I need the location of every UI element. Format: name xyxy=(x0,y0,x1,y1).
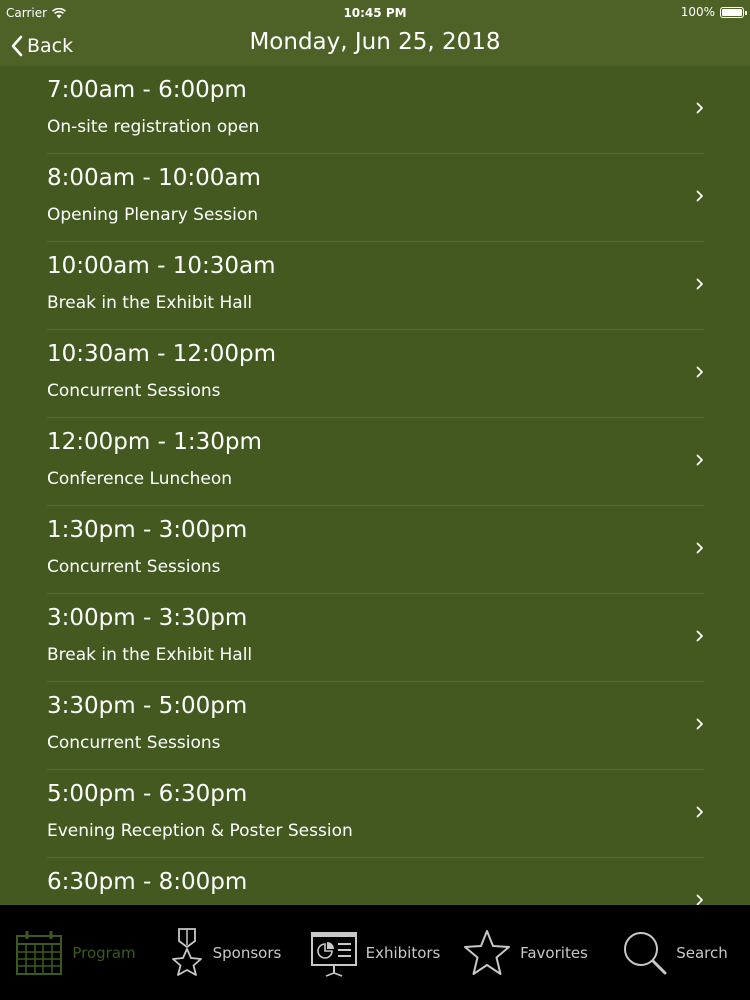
status-battery: 100% xyxy=(680,5,747,19)
schedule-row[interactable]: 3:30pm - 5:00pm Concurrent Sessions xyxy=(0,682,750,770)
schedule-row[interactable]: 3:00pm - 3:30pm Break in the Exhibit Hall xyxy=(0,594,750,682)
session-title: Conference Luncheon xyxy=(47,469,233,489)
chevron-right-icon xyxy=(696,278,703,290)
navigation-bar: Back Monday, Jun 25, 2018 xyxy=(0,26,750,66)
chevron-left-icon xyxy=(11,35,23,57)
battery-icon xyxy=(720,6,747,18)
chevron-right-icon xyxy=(696,630,703,642)
tab-program[interactable]: Program xyxy=(0,905,150,1000)
chevron-right-icon xyxy=(696,806,703,818)
schedule-row[interactable]: 6:30pm - 8:00pm xyxy=(0,858,750,906)
tab-label: Favorites xyxy=(520,943,588,962)
session-time: 3:30pm - 5:00pm xyxy=(47,693,248,719)
session-time: 3:00pm - 3:30pm xyxy=(47,605,248,631)
session-title: Opening Plenary Session xyxy=(47,205,259,225)
tab-search[interactable]: Search xyxy=(600,905,750,1000)
session-time: 5:00pm - 6:30pm xyxy=(47,781,248,807)
tab-favorites[interactable]: Favorites xyxy=(450,905,600,1000)
chevron-right-icon xyxy=(696,894,703,906)
schedule-row[interactable]: 10:00am - 10:30am Break in the Exhibit Ha… xyxy=(0,242,750,330)
session-title: Evening Reception & Poster Session xyxy=(47,821,353,841)
tab-label: Search xyxy=(676,943,728,962)
chevron-right-icon xyxy=(696,454,703,466)
tab-label: Sponsors xyxy=(212,943,282,962)
session-title: On-site registration open xyxy=(47,117,260,137)
back-button[interactable]: Back xyxy=(10,30,73,62)
tab-label: Exhibitors xyxy=(365,943,441,962)
status-time: 10:45 PM xyxy=(343,6,407,20)
schedule-row[interactable]: 1:30pm - 3:00pm Concurrent Sessions xyxy=(0,506,750,594)
presentation-board-icon xyxy=(310,929,358,977)
session-time: 7:00am - 6:00pm xyxy=(47,77,247,103)
search-icon xyxy=(622,930,668,976)
schedule-row[interactable]: 8:00am - 10:00am Opening Plenary Session xyxy=(0,154,750,242)
session-title: Break in the Exhibit Hall xyxy=(47,645,253,665)
tab-sponsors[interactable]: Sponsors xyxy=(150,905,300,1000)
battery-fill xyxy=(722,8,742,16)
back-label: Back xyxy=(27,35,74,57)
tab-bar: Program Sponsors Exhibitors Favorites Se… xyxy=(0,905,750,1000)
app-screen: Carrier 10:45 PM 100% Back Monday, Jun 2… xyxy=(0,0,750,1000)
schedule-row[interactable]: 7:00am - 6:00pm On-site registration open xyxy=(0,66,750,154)
session-title: Concurrent Sessions xyxy=(47,381,221,401)
star-icon xyxy=(462,929,512,977)
calendar-icon xyxy=(14,928,64,978)
page-title: Monday, Jun 25, 2018 xyxy=(249,29,501,55)
schedule-row[interactable]: 12:00pm - 1:30pm Conference Luncheon xyxy=(0,418,750,506)
session-title: Break in the Exhibit Hall xyxy=(47,293,253,313)
schedule-row[interactable]: 5:00pm - 6:30pm Evening Reception & Poste… xyxy=(0,770,750,858)
schedule-list[interactable]: 7:00am - 6:00pm On-site registration open… xyxy=(0,66,750,906)
status-bar: Carrier 10:45 PM 100% xyxy=(0,0,750,26)
session-title: Concurrent Sessions xyxy=(47,557,221,577)
session-time: 6:30pm - 8:00pm xyxy=(47,869,248,895)
session-title: Concurrent Sessions xyxy=(47,733,221,753)
chevron-right-icon xyxy=(696,542,703,554)
session-time: 12:00pm - 1:30pm xyxy=(47,429,262,455)
battery-percent: 100% xyxy=(680,5,715,19)
chevron-right-icon xyxy=(696,366,703,378)
session-time: 8:00am - 10:00am xyxy=(47,165,261,191)
tab-exhibitors[interactable]: Exhibitors xyxy=(300,905,450,1000)
tab-label: Program xyxy=(72,943,136,962)
session-time: 10:00am - 10:30am xyxy=(47,253,276,279)
session-time: 10:30am - 12:00pm xyxy=(47,341,276,367)
chevron-right-icon xyxy=(696,190,703,202)
schedule-row[interactable]: 10:30am - 12:00pm Concurrent Sessions xyxy=(0,330,750,418)
award-ribbon-icon xyxy=(169,927,205,979)
chevron-right-icon xyxy=(696,102,703,114)
session-time: 1:30pm - 3:00pm xyxy=(47,517,248,543)
chevron-right-icon xyxy=(696,718,703,730)
